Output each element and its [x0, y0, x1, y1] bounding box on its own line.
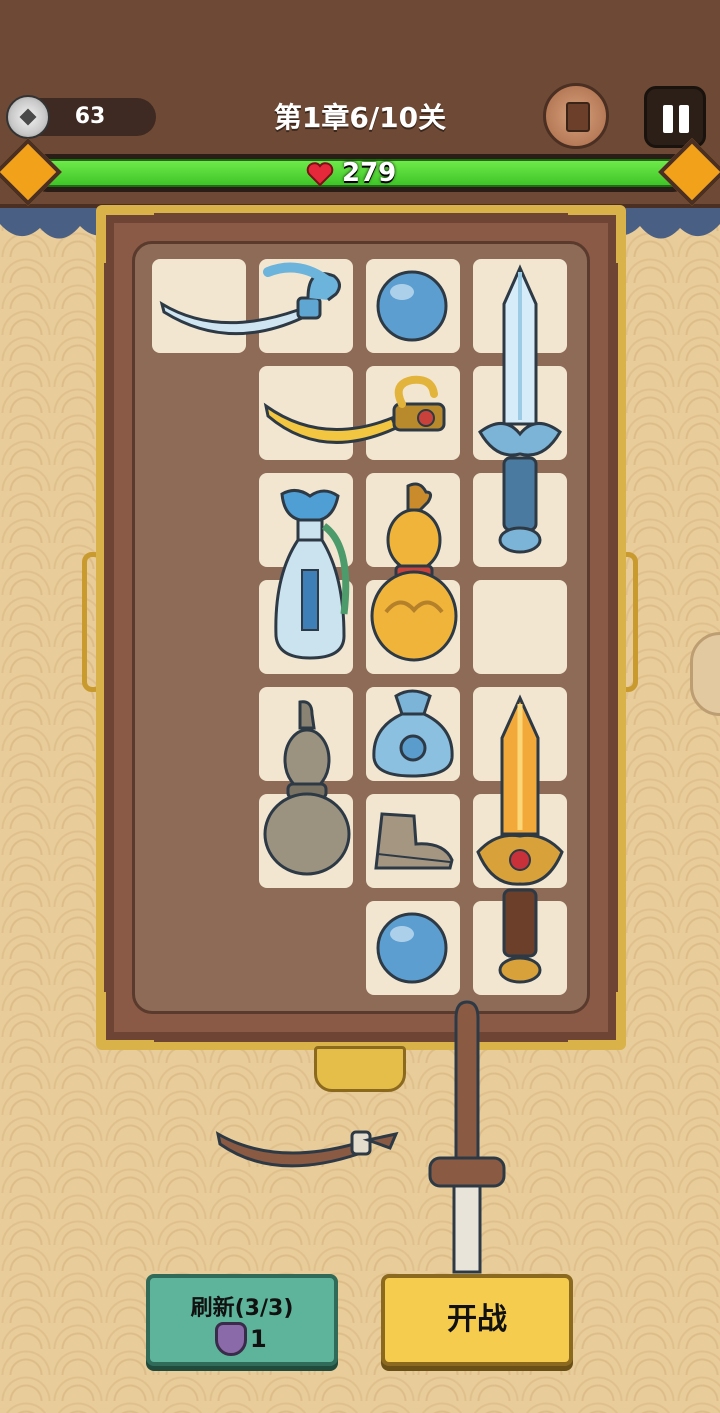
blue-orb-icon[interactable] — [374, 910, 450, 986]
heart-icon — [306, 162, 334, 186]
level-title: 第1章6/10关 — [273, 101, 447, 134]
water-vase-icon[interactable] — [268, 486, 352, 664]
pause-icon — [663, 105, 673, 133]
wooden-saber-icon[interactable] — [214, 1104, 400, 1178]
lock-ornament — [314, 1046, 406, 1092]
refresh-token-icon — [215, 1322, 247, 1356]
grid-cell[interactable] — [473, 580, 567, 674]
golden-gourd-icon[interactable] — [368, 482, 460, 664]
golden-saber-icon[interactable] — [262, 374, 458, 448]
ice-sword-icon[interactable] — [474, 264, 566, 560]
golden-sword-icon[interactable] — [474, 694, 566, 990]
start-battle-label: 开战 — [447, 1302, 507, 1337]
blue-pouch-icon[interactable] — [370, 688, 456, 778]
coin-value: 63 — [74, 104, 106, 129]
coin-icon — [6, 95, 50, 139]
wooden-sword-icon[interactable] — [426, 998, 508, 1278]
codex-button[interactable] — [543, 83, 609, 149]
gray-gourd-icon[interactable] — [262, 700, 352, 876]
ice-saber-icon[interactable] — [158, 262, 350, 342]
refresh-button[interactable]: 刷新(3/3) — [146, 1274, 338, 1366]
refresh-label: 刷新(3/3) — [190, 1296, 294, 1321]
pause-button[interactable] — [644, 86, 706, 148]
hp-value: 279 — [342, 158, 397, 188]
start-battle-button[interactable]: 开战 — [381, 1274, 573, 1366]
blue-orb-icon[interactable] — [374, 268, 450, 344]
book-icon — [566, 102, 590, 132]
refresh-cost: 1 — [250, 1325, 267, 1353]
cloth-boot-icon[interactable] — [372, 810, 456, 874]
